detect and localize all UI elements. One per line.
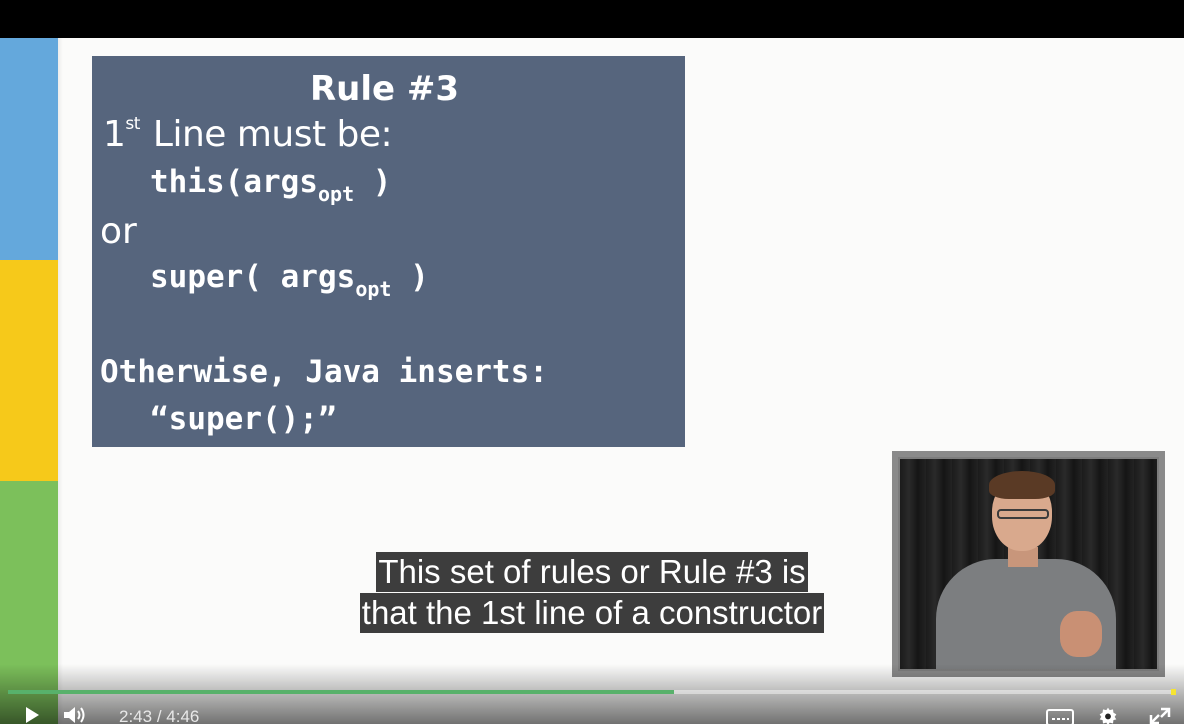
caption-line-2: that the 1st line of a constructor (359, 593, 825, 633)
current-time: 2:43 (119, 707, 153, 724)
video-player[interactable]: Rule #3 1st Line must be: this(argsopt )… (0, 0, 1184, 724)
slide-stripe-yellow (0, 260, 58, 481)
slide-code-this: this(argsopt ) (150, 164, 392, 207)
slide-or: or (100, 211, 137, 252)
caption-area: This set of rules or Rule #3 is that the… (0, 552, 1184, 634)
control-bar: 2:43 / 4:46 (0, 700, 1184, 724)
progress-played (8, 690, 674, 694)
slide-title: Rule #3 (309, 69, 460, 109)
slide-inserted-code: “super();” (150, 401, 337, 437)
volume-icon[interactable] (63, 706, 89, 724)
time-display: 2:43 / 4:46 (119, 707, 200, 724)
progress-bar[interactable] (8, 689, 1176, 695)
progress-end-marker (1171, 689, 1176, 695)
caption-line-1: This set of rules or Rule #3 is (376, 552, 808, 592)
duration: 4:46 (166, 707, 200, 724)
presenter-glasses (997, 509, 1049, 519)
slide-code-super: super( argsopt ) (150, 259, 429, 302)
slide-line-rule: 1st Line must be: (103, 114, 393, 155)
gear-icon[interactable] (1096, 706, 1120, 724)
slide-otherwise-text: Otherwise, Java inserts: (100, 354, 548, 390)
captions-icon[interactable] (1046, 708, 1074, 724)
fullscreen-icon[interactable] (1148, 706, 1172, 724)
presenter-hair (989, 471, 1055, 499)
play-icon[interactable] (23, 706, 41, 724)
slide-stripe-blue (0, 38, 58, 260)
slide-content-box: Rule #3 1st Line must be: this(argsopt )… (92, 56, 685, 447)
